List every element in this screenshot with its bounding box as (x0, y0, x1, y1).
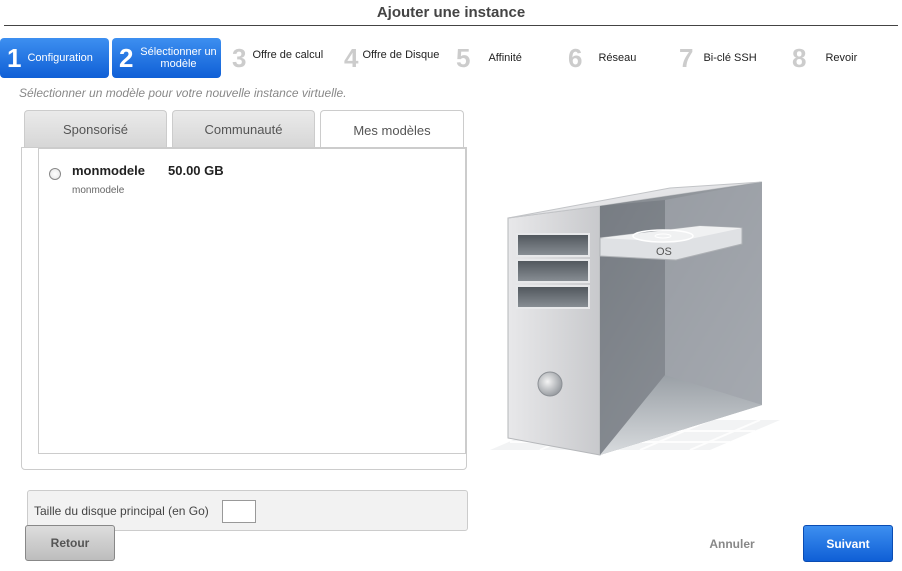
step-review[interactable]: 8 Revoir (792, 38, 857, 78)
step-label: Revoir (825, 52, 858, 64)
step-label: Réseau (598, 52, 637, 64)
root-disk-size-input[interactable] (222, 500, 256, 523)
step-label: Configuration (27, 52, 93, 64)
template-size: 50.00 GB (168, 163, 224, 178)
step-ssh-keypair[interactable]: 7 Bi-clé SSH (679, 38, 757, 78)
tab-my-templates[interactable]: Mes modèles (320, 110, 464, 149)
step-select-template[interactable]: 2 Sélectionner un modèle (112, 38, 221, 78)
step-disk-offer[interactable]: 4 Offre de Disque (344, 38, 439, 78)
tab-community[interactable]: Communauté (172, 110, 315, 148)
template-radio[interactable] (49, 168, 61, 180)
step-compute-offer[interactable]: 3 Offre de calcul (232, 38, 323, 78)
step-number: 3 (232, 43, 247, 73)
dialog-title: Ajouter une instance (376, 4, 526, 21)
os-label: OS (656, 246, 672, 258)
step-number: 1 (7, 43, 22, 73)
step-label: Sélectionner un modèle (140, 46, 217, 70)
step-label: Bi-clé SSH (703, 52, 757, 64)
step-number: 6 (568, 43, 583, 73)
template-name[interactable]: monmodele (72, 163, 145, 178)
wizard-steps: 1 Configuration 2 Sélectionner un modèle… (0, 38, 902, 78)
root-disk-label: Taille du disque principal (en Go) (34, 504, 209, 518)
step-number: 4 (344, 43, 359, 73)
next-button[interactable]: Suivant (803, 525, 893, 562)
step-number: 8 (792, 43, 807, 73)
step-number: 5 (456, 43, 471, 73)
step-label: Affinité (488, 52, 522, 64)
step-network[interactable]: 6 Réseau (568, 38, 636, 78)
step-configuration[interactable]: 1 Configuration (0, 38, 109, 78)
power-button (537, 371, 563, 397)
drive-bay (516, 285, 590, 309)
drive-bay (516, 233, 590, 257)
step-label: Offre de Disque (362, 49, 440, 61)
tab-featured[interactable]: Sponsorisé (24, 110, 167, 148)
back-button[interactable]: Retour (25, 525, 115, 561)
cancel-button[interactable]: Annuler (700, 537, 764, 551)
server-tower-illustration: OS (490, 181, 780, 456)
template-subtitle: monmodele (72, 185, 125, 196)
instructions-text: Sélectionner un modèle pour votre nouvel… (19, 86, 347, 100)
step-number: 2 (119, 43, 134, 73)
title-divider (4, 25, 898, 26)
step-number: 7 (679, 43, 694, 73)
step-affinity[interactable]: 5 Affinité (456, 38, 522, 78)
step-label: Offre de calcul (252, 49, 324, 61)
drive-bay (516, 259, 590, 283)
